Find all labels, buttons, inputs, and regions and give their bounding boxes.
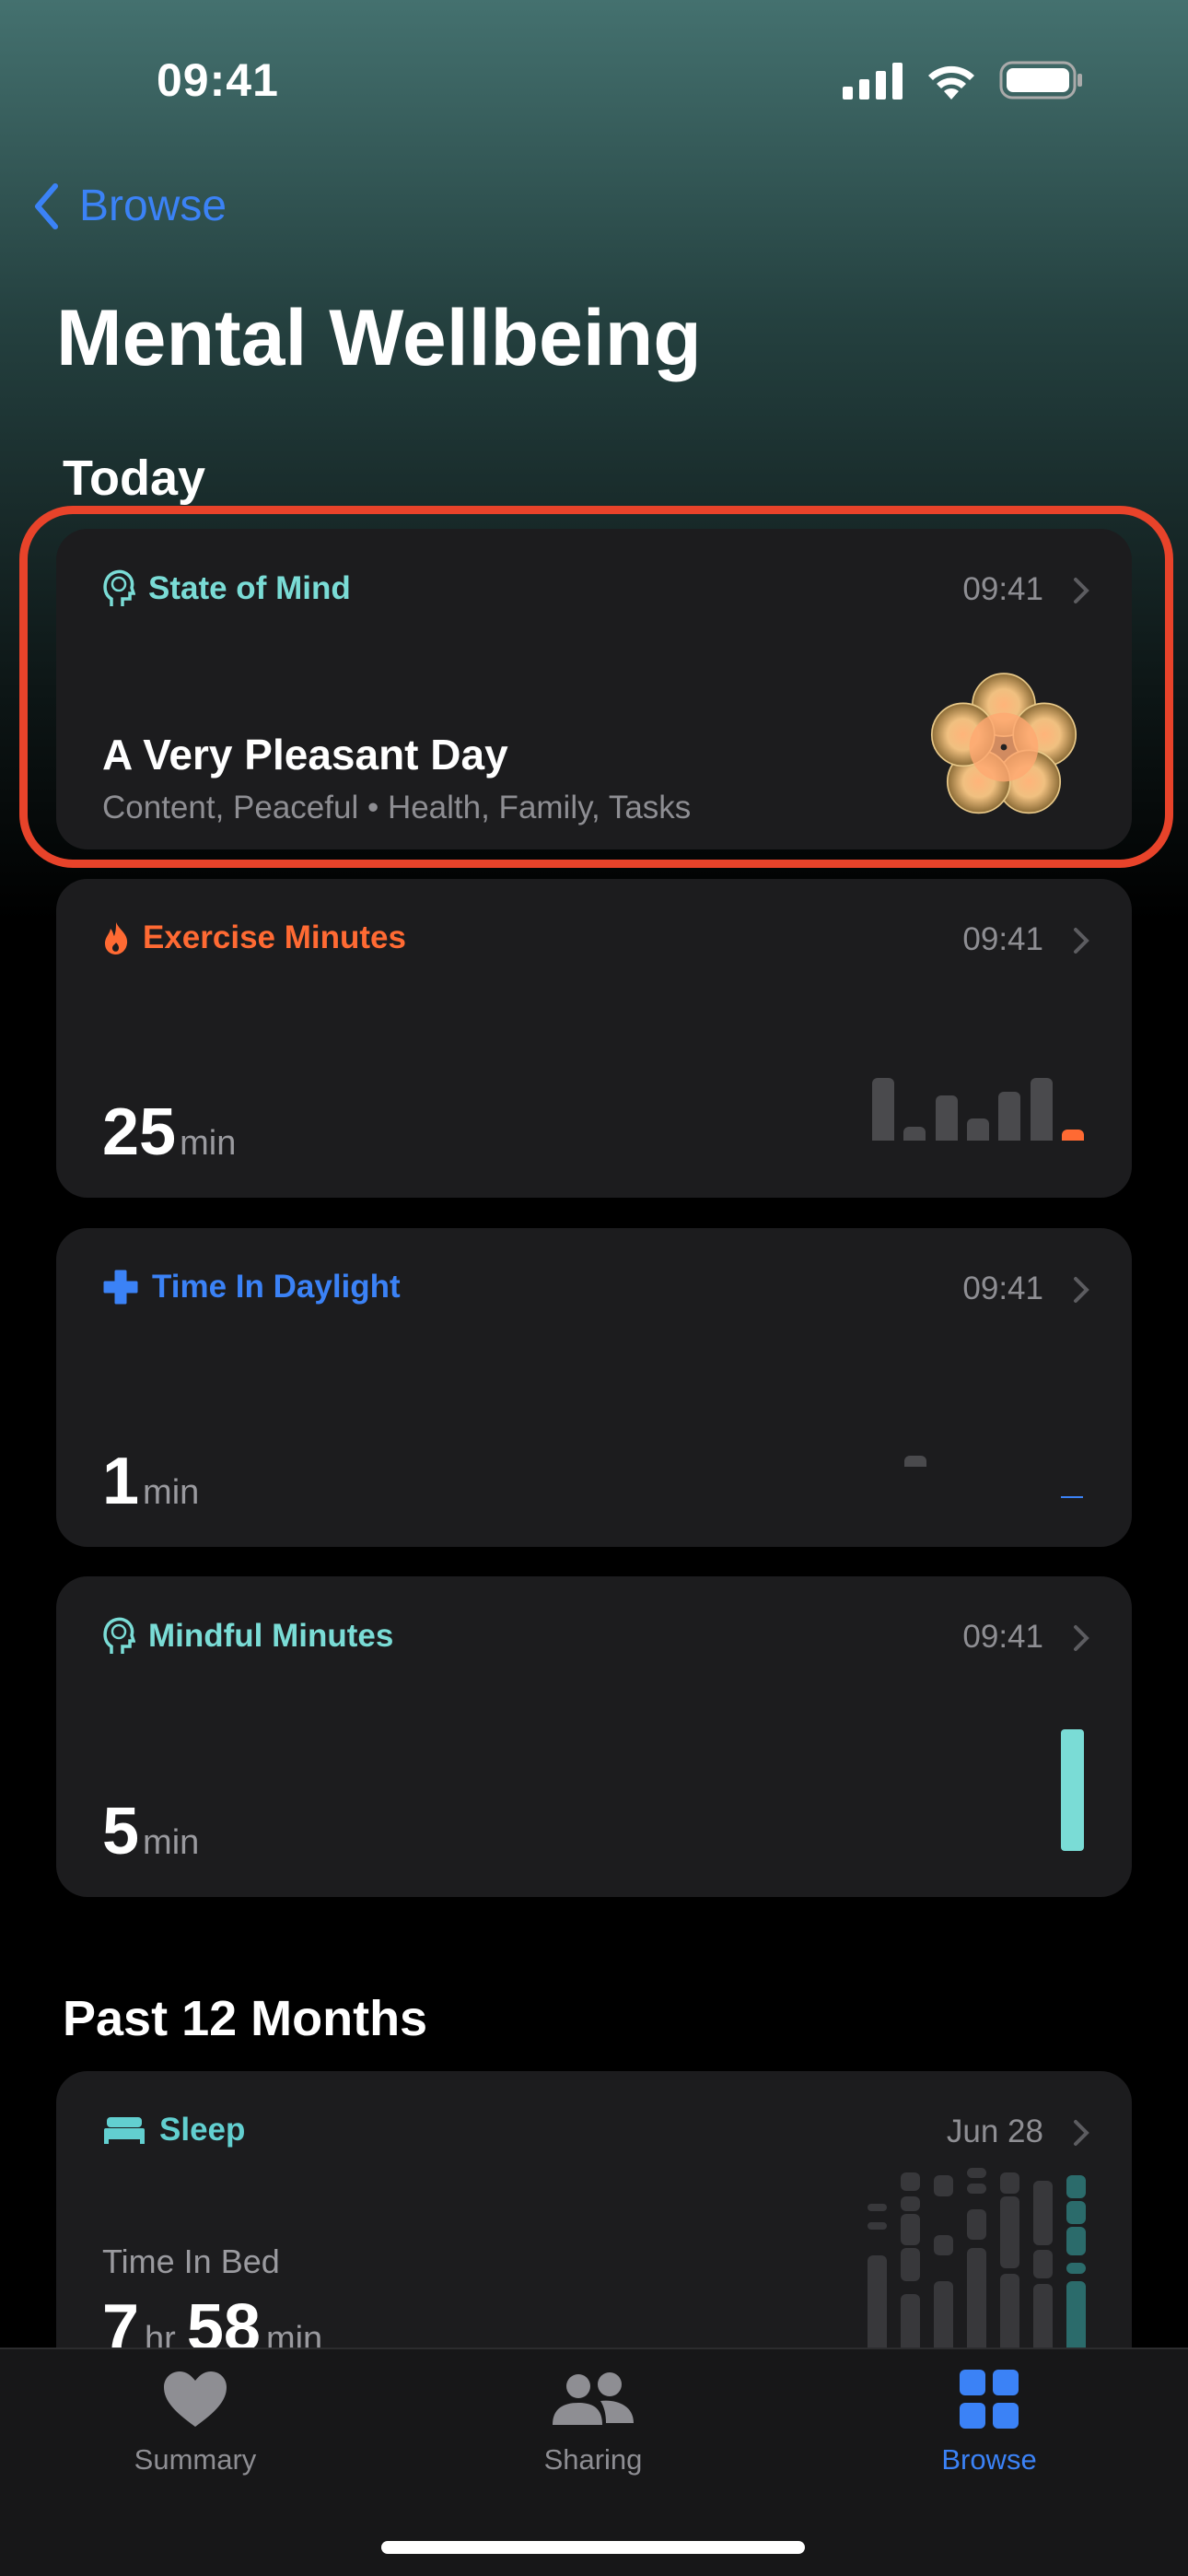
flower-mood-icon: [930, 673, 1077, 814]
time-in-daylight-card[interactable]: Time In Daylight 09:41 1 min: [56, 1228, 1132, 1547]
daylight-bar: [904, 1456, 926, 1467]
card-label: State of Mind: [148, 570, 351, 606]
state-details: Content, Peaceful • Health, Family, Task…: [102, 790, 692, 825]
sleep-segment: [1000, 2195, 1019, 2268]
battery-icon: [999, 61, 1082, 100]
sleep-segment: [1066, 2175, 1086, 2199]
sleep-segment: [901, 2172, 920, 2191]
sleep-segment: [967, 2183, 986, 2194]
sleep-segment: [1033, 2250, 1053, 2279]
daylight-value: 1 min: [102, 1445, 200, 1518]
flame-icon: [105, 922, 128, 954]
sleep-segment: [967, 2167, 986, 2178]
back-button[interactable]: Browse: [33, 181, 227, 231]
exercise-bar: [935, 1095, 958, 1141]
sleep-segment: [1066, 2227, 1086, 2255]
chevron-right-icon: [1074, 578, 1089, 603]
head-brain-icon: [103, 1617, 135, 1654]
heart-icon: [164, 2371, 227, 2427]
sleep-segment: [934, 2234, 953, 2255]
home-indicator: [381, 2541, 805, 2554]
sleep-segment: [901, 2247, 920, 2281]
people-icon: [553, 2372, 634, 2425]
exercise-value: 25 min: [102, 1095, 237, 1169]
mindful-minutes-card[interactable]: Mindful Minutes 09:41 5 min: [56, 1576, 1132, 1897]
exercise-bar: [998, 1091, 1021, 1141]
state-headline: A Very Pleasant Day: [102, 731, 508, 779]
sleep-segment: [868, 2221, 887, 2230]
card-time: Jun 28: [946, 2113, 1043, 2149]
card-label: Exercise Minutes: [143, 919, 406, 955]
tab-summary[interactable]: Summary: [76, 2370, 315, 2476]
card-label: Mindful Minutes: [148, 1618, 394, 1654]
exercise-bar: [872, 1078, 894, 1141]
chevron-left-icon: [35, 182, 58, 229]
daylight-bar-today: [1061, 1496, 1083, 1498]
card-time: 09:41: [962, 921, 1043, 957]
status-time: 09:41: [157, 54, 279, 106]
tab-browse[interactable]: Browse: [869, 2370, 1109, 2476]
chevron-right-icon: [1074, 2120, 1089, 2146]
exercise-bar: [903, 1127, 926, 1141]
sleep-sublabel: Time In Bed: [102, 2242, 280, 2280]
card-time: 09:41: [962, 571, 1043, 607]
card-label: Sleep: [159, 2112, 246, 2148]
sleep-segment: [934, 2175, 953, 2196]
bed-icon: [104, 2117, 145, 2144]
exercise-minutes-card[interactable]: Exercise Minutes 09:41 25 min: [56, 879, 1132, 1198]
sleep-segment: [901, 2214, 920, 2245]
tab-sharing[interactable]: Sharing: [473, 2370, 713, 2476]
sleep-segment: [868, 2204, 887, 2212]
sleep-segment: [967, 2208, 986, 2241]
card-label: Time In Daylight: [152, 1269, 401, 1305]
chevron-right-icon: [1074, 1277, 1089, 1303]
card-time: 09:41: [962, 1270, 1043, 1306]
sleep-segment: [1066, 2263, 1086, 2274]
exercise-bar: [1030, 1078, 1053, 1141]
section-past-12-months: Past 12 Months: [63, 1991, 428, 2046]
sleep-segment: [901, 2195, 920, 2212]
tab-bar: Summary Sharing Browse: [0, 2348, 1188, 2576]
card-time: 09:41: [962, 1619, 1043, 1655]
sleep-segment: [1066, 2201, 1086, 2225]
sleep-segment: [1000, 2172, 1019, 2194]
exercise-bar: [1061, 1129, 1084, 1141]
cellular-signal-icon: [843, 63, 903, 100]
plus-icon: [103, 1270, 138, 1305]
page-title: Mental Wellbeing: [56, 294, 702, 382]
back-label: Browse: [79, 181, 227, 230]
section-today: Today: [63, 451, 206, 506]
chevron-right-icon: [1074, 928, 1089, 954]
grid-icon: [960, 2370, 1019, 2429]
mindful-bar-today: [1061, 1729, 1084, 1851]
chevron-right-icon: [1074, 1625, 1089, 1651]
mindful-value: 5 min: [102, 1795, 200, 1868]
sleep-segment: [1033, 2180, 1053, 2245]
head-brain-icon: [103, 569, 135, 606]
state-of-mind-card[interactable]: State of Mind 09:41 A Very Pleasant Day …: [56, 529, 1132, 849]
wifi-icon: [928, 65, 974, 100]
exercise-bar: [966, 1118, 989, 1141]
